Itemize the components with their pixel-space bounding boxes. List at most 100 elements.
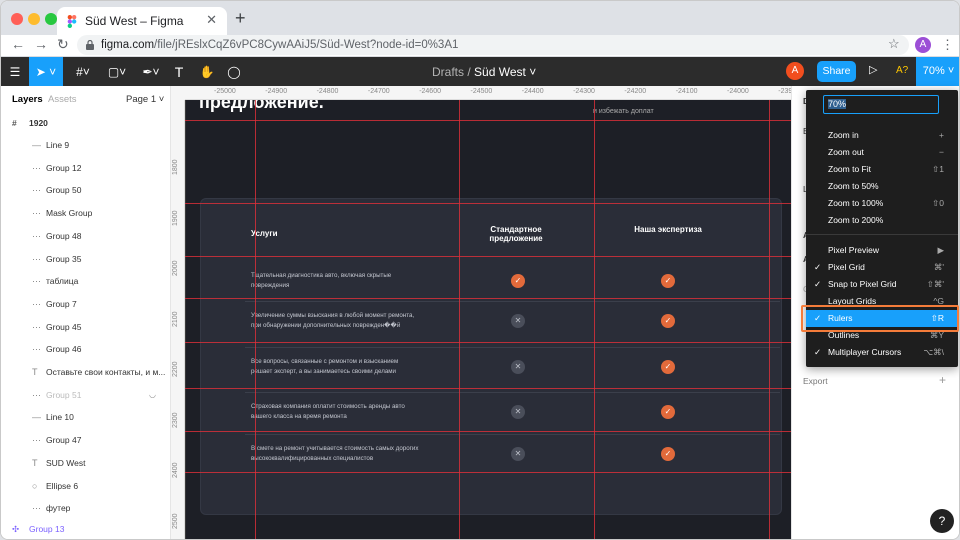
frame-row[interactable]: # 1920 [1,112,171,134]
url-field[interactable]: figma.com/file/jREslxCqZ6vPC8CywAAiJ5/Sü… [77,35,909,55]
layer-row[interactable]: ⋯ Mask Group [1,202,171,224]
layer-row[interactable]: ⋯ Group 12 [1,157,171,179]
ruler-y-label: 2400 [172,462,179,478]
menu-item-zoom-to-100-[interactable]: Zoom to 100% ⇧0 [806,195,958,212]
menu-item-zoom-to-fit[interactable]: Zoom to Fit ⇧1 [806,161,958,178]
add-export-icon[interactable]: + [939,373,946,387]
ruler-x-label: -24100 [675,88,698,95]
ruler-x-label: -24800 [316,88,339,95]
page-selector[interactable]: Page 1 ˅ [126,94,164,105]
text-layer-icon: T [32,457,38,468]
tab-bar: Süd West – Figma ✕ + [1,1,959,35]
maximize-window-button[interactable] [45,13,57,25]
browser-menu-icon[interactable]: ⋮ [941,37,954,53]
group-layer-icon: ⋯ [32,435,41,446]
tab-title: Süd West – Figma [85,14,184,28]
layer-row[interactable]: — Line 10 [1,406,171,428]
help-button[interactable]: ? [930,509,954,533]
menu-item-label: Snap to Pixel Grid [828,279,897,289]
ruler-corner [171,86,185,100]
comparison-table: Услуги Стандартное предложение Наша эксп… [200,198,782,515]
tab-assets[interactable]: Assets [48,94,77,105]
canvas[interactable]: предложение. и избежать доплат Услуги Ст… [171,86,791,539]
layer-row[interactable]: ⋯ Group 35 [1,248,171,270]
menu-item-zoom-to-200-[interactable]: Zoom to 200% [806,212,958,229]
breadcrumb-drafts[interactable]: Drafts [432,65,464,79]
frame-tool-icon[interactable]: #˅ [68,57,98,86]
menu-item-multiplayer-cursors[interactable]: ✓ Multiplayer Cursors ⌥⌘\ [806,344,958,361]
hand-tool-icon[interactable]: ✋ [196,57,218,86]
layer-row[interactable]: ⋯ таблица [1,270,171,292]
zoom-input[interactable]: 70% [823,95,939,114]
layer-name: Group 45 [46,321,82,332]
menu-item-shortcut: ⇧0 [932,198,944,208]
layer-row[interactable]: — Line 9 [1,134,171,156]
present-play-icon[interactable]: ▷ [869,63,877,76]
profile-avatar[interactable]: A [915,37,931,53]
row-divider [245,347,780,348]
layer-row[interactable]: ⋯ Group 46 [1,338,171,360]
menu-item-pixel-preview[interactable]: Pixel Preview ▶ [806,242,958,259]
menu-item-zoom-in[interactable]: Zoom in + [806,127,958,144]
selected-layer-row[interactable]: ✣ Group 13 [1,518,171,539]
menu-item-zoom-to-50-[interactable]: Zoom to 50% [806,178,958,195]
design-frame[interactable]: предложение. и избежать доплат Услуги Ст… [186,92,791,539]
menu-item-pixel-grid[interactable]: ✓ Pixel Grid ⌘' [806,259,958,276]
menu-item-shortcut: ⇧⌘' [926,279,944,289]
back-icon[interactable]: ← [11,36,25,52]
minimize-window-button[interactable] [28,13,40,25]
close-window-button[interactable] [11,13,23,25]
layer-row[interactable]: T SUD West [1,452,171,474]
layer-row[interactable]: ⋯ Group 47 [1,429,171,451]
breadcrumb-separator: / [467,65,471,79]
bookmark-star-icon[interactable]: ☆ [888,36,900,52]
forward-icon[interactable]: → [34,36,48,52]
menu-item-zoom-out[interactable]: Zoom out − [806,144,958,161]
menu-item-label: Pixel Preview [828,245,880,255]
zoom-dropdown[interactable]: 70% ˅ [916,57,959,86]
layer-row[interactable]: ⋯ футер [1,497,171,519]
close-tab-icon[interactable]: ✕ [206,12,217,28]
layer-row[interactable]: ⋯ Group 45 [1,316,171,338]
hidden-eye-icon[interactable]: ◡ [149,384,156,406]
horizontal-ruler: -25000 -24900 -24800 -24700 -24600 -24500 -244… [171,86,791,100]
reload-icon[interactable]: ↻ [57,36,69,53]
layer-name: Line 10 [46,412,74,423]
section-note: и избежать доплат [593,108,654,115]
user-avatar[interactable]: A [786,62,804,80]
layer-row[interactable]: ◡ ⋯ Group 51 [1,384,171,406]
pen-tool-icon[interactable]: ✒˅ [136,57,166,86]
share-button[interactable]: Share [817,61,856,82]
file-name[interactable]: Süd West [474,65,526,79]
new-tab-button[interactable]: + [235,8,246,29]
layer-row[interactable]: ⋯ Group 7 [1,293,171,315]
shape-tool-icon[interactable]: ▢˅ [102,57,132,86]
layer-row[interactable]: ⋯ Group 48 [1,225,171,247]
tab-layers[interactable]: Layers [12,94,43,105]
menu-item-label: Zoom to 50% [828,181,879,191]
comment-tool-icon[interactable]: ◯ [223,57,245,86]
layer-name: Line 9 [46,140,70,150]
move-tool-icon[interactable]: ➤ ˅ [29,57,63,86]
ellipse-layer-icon: ○ [32,480,38,491]
group-layer-icon: ⋯ [32,389,41,400]
ruler-y-label: 2100 [172,310,179,327]
ruler-x-label: -24000 [727,88,749,95]
chevron-down-icon[interactable]: ˅ [526,65,536,79]
text-tool-icon[interactable]: T [168,57,190,86]
zoom-input-value: 70% [828,99,847,109]
col-ours: Наша экспертиза [634,225,702,234]
cross-icon: ✕ [511,447,525,461]
export-label: Export [803,376,828,386]
group-layer-icon: ⋯ [32,298,41,309]
row-description: Увеличение суммы взыскания в любой момен… [251,312,415,329]
layer-row[interactable]: T Оставьте свои контакты, и м... [1,361,171,383]
accessibility-indicator[interactable]: A? [896,65,908,76]
browser-tab[interactable]: Süd West – Figma ✕ [57,7,227,35]
ruler-x-label: -24200 [624,88,647,95]
layer-row[interactable]: ⋯ Group 50 [1,179,171,201]
menu-item-snap-to-pixel-grid[interactable]: ✓ Snap to Pixel Grid ⇧⌘' [806,276,958,293]
main-menu-icon[interactable]: ☰ [1,57,29,86]
layer-name: Group 35 [46,253,82,264]
layer-row[interactable]: ○ Ellipse 6 [1,475,171,497]
